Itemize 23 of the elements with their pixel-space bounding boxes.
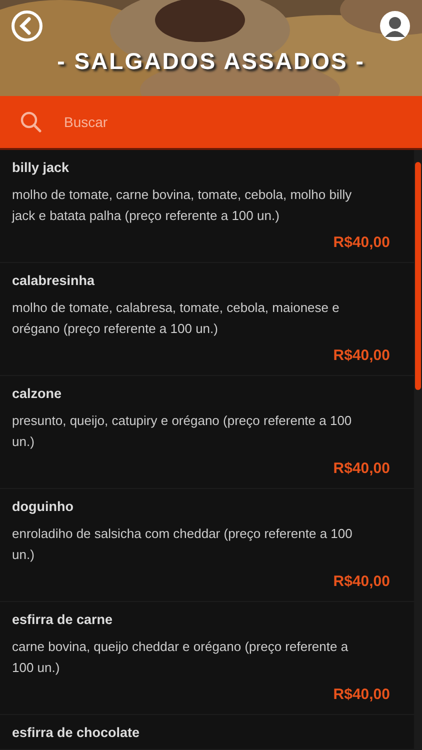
back-button[interactable] (11, 10, 43, 42)
search-bar[interactable]: Buscar (0, 96, 422, 150)
product-price: R$40,00 (332, 685, 391, 705)
product-name: doguinho (12, 498, 74, 516)
product-description: molho de tomate, carne bovina, tomate, cebola, molho billy jack e batata palha (preço referente a 100 un.) (12, 186, 353, 225)
product-name: esfirra de carne (12, 611, 114, 629)
product-name: calabresinha (12, 272, 96, 290)
product-price: R$40,00 (332, 233, 391, 253)
search-icon (20, 111, 42, 133)
product-description: carne bovina, queijo cheddar e orégano (preço referente a 100 un.) (12, 638, 350, 677)
page-title: - SALGADOS ASSADOS - (56, 48, 366, 75)
profile-button[interactable] (379, 10, 411, 42)
product-name: billy jack (12, 159, 70, 177)
product-description: presunto, queijo, catupiry e orégano (preço referente a 100 un.) (12, 412, 353, 451)
product-price: R$40,00 (332, 346, 391, 366)
product-description: molho de tomate, calabresa, tomate, cebola, maionese e orégano (preço referente a 100 un.) (12, 299, 340, 338)
product-price: R$40,00 (332, 459, 391, 479)
product-description: enroladiho de salsicha com cheddar (preço referente a 100 un.) (12, 525, 354, 564)
search-field[interactable]: Buscar (62, 113, 402, 131)
scrollbar-thumb[interactable] (415, 162, 421, 390)
product-price: R$40,00 (332, 572, 391, 592)
product-name: calzone (12, 385, 63, 403)
product-name: esfirra de chocolate (12, 724, 141, 742)
